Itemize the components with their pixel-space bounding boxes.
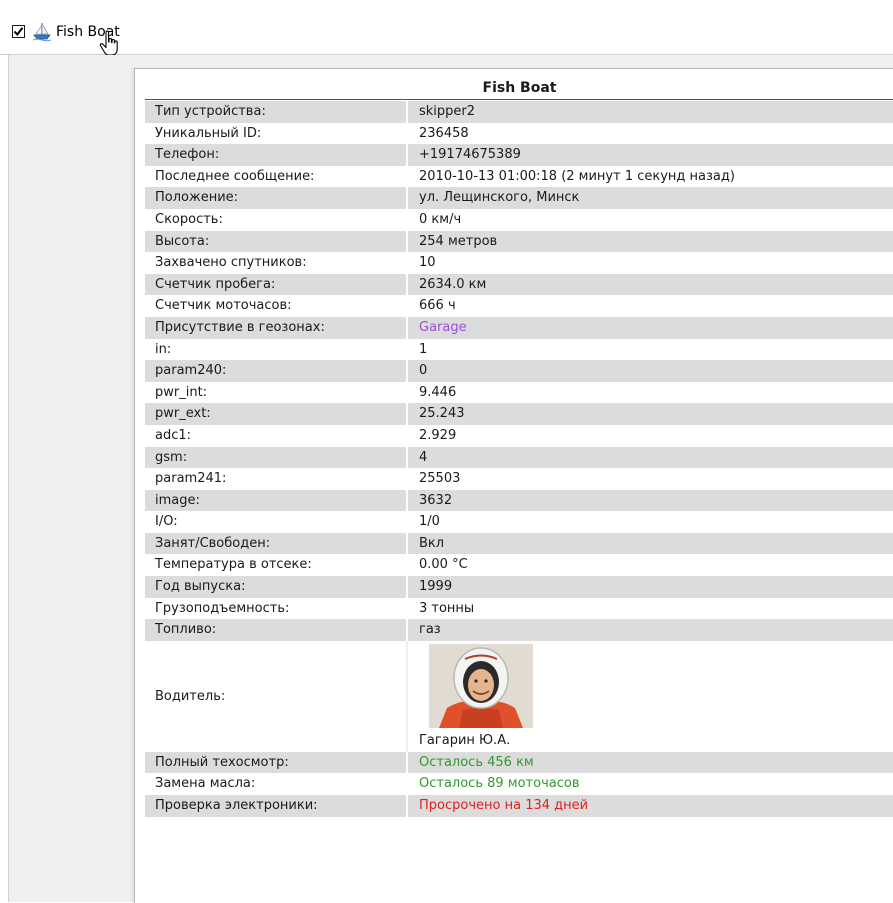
row-value: 1999 — [419, 579, 453, 595]
table-row: gsm: 4 — [145, 446, 893, 469]
table-row: Тип устройства: skipper2 — [145, 101, 893, 123]
row-label: pwr_ext: — [145, 403, 408, 425]
row-label: in: — [145, 338, 408, 361]
table-row: Высота: 254 метров — [145, 230, 893, 253]
table-row: adc1: 2.929 — [145, 424, 893, 447]
service-status: Осталось 89 моточасов — [419, 776, 580, 792]
row-label: Уникальный ID: — [145, 122, 408, 145]
row-label: Последнее сообщение: — [145, 165, 408, 188]
table-row: Проверка электроники: Просрочено на 134 д… — [145, 795, 893, 817]
unit-checkbox[interactable] — [12, 25, 25, 38]
row-label: Топливо: — [145, 619, 408, 641]
row-label: Год выпуска: — [145, 576, 408, 598]
table-row: Положение: ул. Лещинского, Минск — [145, 187, 893, 209]
row-label: pwr_int: — [145, 381, 408, 404]
row-label: Температура в отсеке: — [145, 554, 408, 576]
row-value: 236458 — [419, 125, 469, 141]
row-value: 0 км/ч — [419, 211, 462, 227]
row-value: skipper2 — [419, 104, 476, 119]
row-label: gsm: — [145, 446, 408, 469]
row-value: 25.243 — [419, 406, 465, 422]
table-row: Последнее сообщение: 2010-10-13 01:00:18 … — [145, 165, 893, 188]
table-row: Телефон: +19174675389 — [145, 144, 893, 166]
row-value: 2634.0 км — [419, 276, 487, 292]
table-row: Температура в отсеке: 0.00 °C — [145, 554, 893, 576]
table-row: pwr_int: 9.446 — [145, 381, 893, 404]
row-value: +19174675389 — [419, 147, 521, 163]
row-value: 25503 — [419, 471, 461, 487]
table-row: pwr_ext: 25.243 — [145, 403, 893, 425]
geozone-value: Garage — [419, 319, 467, 335]
table-row: Счетчик пробега: 2634.0 км — [145, 273, 893, 296]
row-label: Положение: — [145, 187, 408, 209]
driver-label: Водитель: — [145, 640, 408, 752]
row-label: Полный техосмотр: — [145, 751, 408, 774]
row-label: Занят/Свободен: — [145, 532, 408, 555]
row-label: Скорость: — [145, 208, 408, 231]
table-row: I/O: 1/0 — [145, 511, 893, 533]
row-value: газ — [419, 622, 441, 638]
row-label: Проверка электроники: — [145, 795, 408, 817]
driver-row: Водитель: Гагарин Ю.А. — [145, 640, 893, 752]
row-value: 2.929 — [419, 427, 457, 443]
row-value: Вкл — [419, 535, 445, 551]
row-label: Грузоподъемность: — [145, 597, 408, 620]
ship-icon — [32, 22, 52, 42]
tooltip-title: Fish Boat — [145, 77, 893, 100]
row-value: 0 — [419, 363, 428, 379]
row-value: 1 — [419, 341, 428, 357]
service-status: Осталось 456 км — [419, 754, 534, 770]
table-row: in: 1 — [145, 338, 893, 361]
unit-row[interactable]: Fish Boat — [0, 10, 893, 55]
row-label: Высота: — [145, 230, 408, 253]
unit-info-tooltip: Fish Boat Тип устройства: skipper2 Уникал… — [134, 68, 893, 903]
row-value: 254 метров — [419, 233, 498, 249]
property-table: Тип устройства: skipper2 Уникальный ID: 23… — [145, 101, 893, 817]
table-row: image: 3632 — [145, 489, 893, 512]
table-row: param241: 25503 — [145, 468, 893, 490]
row-value: 2010-10-13 01:00:18 (2 минут 1 секунд на… — [419, 168, 735, 184]
row-label: Счетчик пробега: — [145, 273, 408, 296]
table-row: Присутствие в геозонах: Garage — [145, 316, 893, 339]
row-label: Замена масла: — [145, 773, 408, 795]
row-label: Телефон: — [145, 144, 408, 166]
row-label: Захвачено спутников: — [145, 252, 408, 274]
table-row: Уникальный ID: 236458 — [145, 122, 893, 145]
row-value: 9.446 — [419, 384, 457, 400]
row-value: 0.00 °C — [419, 557, 468, 573]
row-value: 666 ч — [419, 298, 456, 314]
row-value: ул. Лещинского, Минск — [419, 190, 580, 206]
row-label: Присутствие в геозонах: — [145, 316, 408, 339]
checkmark-icon — [13, 27, 24, 37]
table-row: Год выпуска: 1999 — [145, 576, 893, 598]
table-row: Грузоподъемность: 3 тонны — [145, 597, 893, 620]
table-row: Замена масла: Осталось 89 моточасов — [145, 773, 893, 795]
row-value: 3 тонны — [419, 600, 475, 616]
row-label: image: — [145, 489, 408, 512]
driver-photo — [429, 643, 533, 728]
row-label: Счетчик моточасов: — [145, 295, 408, 317]
row-value: 10 — [419, 255, 436, 271]
row-value: 4 — [419, 449, 428, 465]
service-status: Просрочено на 134 дней — [419, 798, 589, 814]
table-row: Полный техосмотр: Осталось 456 км — [145, 751, 893, 774]
table-row: Захвачено спутников: 10 — [145, 252, 893, 274]
table-row: Топливо: газ — [145, 619, 893, 641]
table-row: Счетчик моточасов: 666 ч — [145, 295, 893, 317]
row-label: I/O: — [145, 511, 408, 533]
table-row: Занят/Свободен: Вкл — [145, 532, 893, 555]
row-label: Тип устройства: — [145, 101, 408, 123]
driver-name: Гагарин Ю.А. — [419, 732, 511, 748]
row-label: param240: — [145, 360, 408, 382]
row-value: 1/0 — [419, 514, 440, 530]
table-row: param240: 0 — [145, 360, 893, 382]
row-label: adc1: — [145, 424, 408, 447]
row-value: 3632 — [419, 492, 453, 508]
row-label: param241: — [145, 468, 408, 490]
table-row: Скорость: 0 км/ч — [145, 208, 893, 231]
